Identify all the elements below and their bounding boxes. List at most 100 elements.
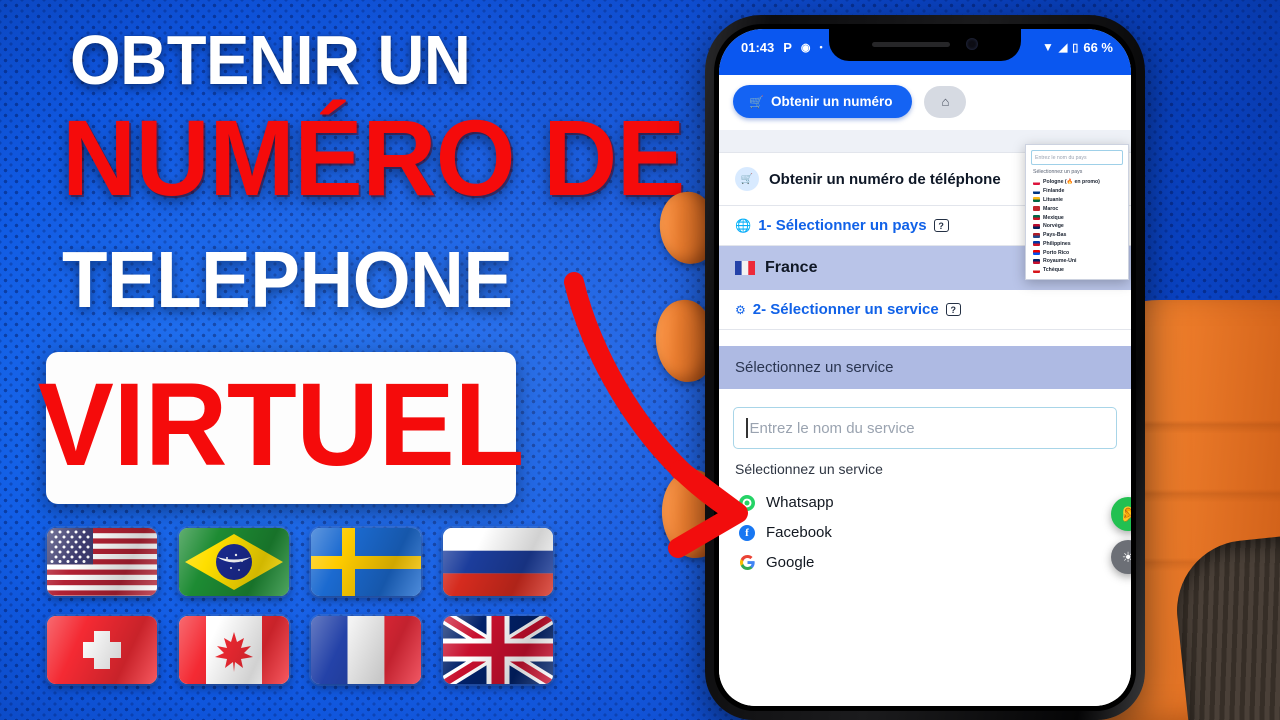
step-1-label: 1- Sélectionner un pays	[758, 217, 927, 234]
service-name: Google	[766, 554, 815, 571]
service-section-header: Sélectionnez un service	[719, 346, 1131, 389]
list-item[interactable]: Whatsapp	[735, 488, 1115, 518]
title-panel: OBTENIR UN NUMÉRO DE TELEPHONE VIRTUEL	[0, 0, 685, 720]
country-dropdown-panel[interactable]: Entrez le nom du pays Sélectionnez un pa…	[1025, 144, 1129, 280]
country-flag-icon	[1033, 206, 1040, 212]
step-2-select-service[interactable]: ⚙ 2- Sélectionner un service ?	[719, 290, 1131, 329]
text-caret	[746, 418, 748, 438]
france-flag-icon	[735, 261, 755, 275]
status-time: 01:43	[741, 39, 775, 55]
status-bar-right: ▼ ◢ ▯ 66 %	[1042, 40, 1113, 55]
settings-button[interactable]: ☀	[1111, 540, 1131, 574]
country-dropdown-item[interactable]: Finlande	[1031, 187, 1123, 196]
home-button[interactable]: ⌂	[924, 85, 967, 118]
wifi-icon: ▼	[1041, 40, 1054, 54]
country-label: Pays-Bas	[1043, 232, 1067, 239]
title-line-4: VIRTUEL	[37, 359, 525, 491]
get-number-button[interactable]: 🛒 Obtenir un numéro	[733, 85, 913, 118]
phone-bezel: 01:43 P ◉ • ▼ ◢ ▯ 66 % 🛒 Obtenir un numé…	[714, 24, 1136, 711]
country-dropdown-item[interactable]: Porto Rico	[1031, 248, 1123, 257]
smartphone-device: 01:43 P ◉ • ▼ ◢ ▯ 66 % 🛒 Obtenir un numé…	[705, 15, 1145, 720]
phone-screen: 01:43 P ◉ • ▼ ◢ ▯ 66 % 🛒 Obtenir un numé…	[719, 29, 1131, 706]
flag-grid	[40, 522, 580, 690]
service-search-placeholder: Entrez le nom du service	[749, 419, 915, 437]
country-flag-icon	[1033, 232, 1040, 238]
cart-icon: 🛒	[749, 94, 764, 109]
service-name: Facebook	[766, 524, 832, 541]
globe-icon: 🌐	[735, 217, 752, 233]
country-search-input[interactable]: Entrez le nom du pays	[1031, 150, 1123, 165]
status-bar-left: 01:43 P ◉ •	[741, 40, 823, 55]
country-label: Maroc	[1043, 205, 1059, 212]
country-dropdown-item[interactable]: Pays-Bas	[1031, 231, 1123, 240]
help-icon[interactable]: ?	[945, 303, 961, 316]
country-flag-icon	[1033, 258, 1040, 264]
earpiece-speaker	[872, 41, 950, 47]
hand-holding-phone: 01:43 P ◉ • ▼ ◢ ▯ 66 % 🛒 Obtenir un numé…	[620, 0, 1280, 720]
list-item[interactable]: f Facebook	[735, 518, 1115, 548]
status-bar: 01:43 P ◉ • ▼ ◢ ▯ 66 %	[719, 29, 1131, 65]
record-icon: ◉	[800, 41, 811, 54]
country-flag-icon	[1033, 188, 1040, 194]
signal-icon: ◢	[1058, 41, 1068, 54]
flag-sweden	[304, 522, 428, 602]
country-label: Royaume-Uni	[1043, 258, 1077, 265]
country-flag-icon	[1033, 241, 1040, 247]
country-label: Lituanie	[1043, 196, 1063, 203]
floating-action-buttons: 👂 ☀	[1111, 497, 1131, 583]
country-flag-icon	[1033, 179, 1040, 185]
country-dropdown-label: Sélectionnez un pays	[1033, 169, 1083, 175]
title-line-2: NUMÉRO DE	[62, 97, 685, 218]
notch	[829, 29, 1021, 61]
brightness-icon: ☀	[1121, 548, 1131, 565]
flag-france	[304, 610, 428, 690]
country-dropdown-item[interactable]: Tchèque	[1031, 266, 1123, 275]
country-dropdown-item[interactable]: Philippines	[1031, 239, 1123, 248]
cart-icon: 🛒	[735, 167, 759, 191]
list-item[interactable]: Google	[735, 548, 1115, 578]
country-dropdown-item[interactable]: Pologne (🔥 en promo)	[1031, 178, 1123, 187]
title-line-3: TELEPHONE	[62, 235, 513, 324]
service-input-container: Entrez le nom du service	[719, 397, 1131, 457]
selected-country-label: France	[765, 259, 818, 276]
battery-icon: ▯	[1072, 41, 1079, 54]
home-icon: ⌂	[941, 94, 950, 109]
country-label: Philippines	[1043, 240, 1071, 247]
service-search-input[interactable]: Entrez le nom du service	[733, 407, 1117, 449]
country-dropdown-item[interactable]: Maroc	[1031, 204, 1123, 213]
flag-brazil	[172, 522, 296, 602]
status-bar-extension	[719, 65, 1131, 75]
dot-icon: •	[819, 42, 823, 52]
country-label: Norvège	[1043, 223, 1064, 230]
service-icon: ⚙	[735, 302, 746, 317]
country-dropdown-item[interactable]: Lituanie	[1031, 196, 1123, 205]
flag-russia	[436, 522, 560, 602]
help-icon[interactable]: ?	[933, 219, 949, 232]
country-dropdown-item[interactable]: Royaume-Uni	[1031, 257, 1123, 266]
country-search-placeholder: Entrez le nom du pays	[1035, 154, 1087, 161]
flag-canada	[172, 610, 296, 690]
spacer	[719, 330, 1131, 346]
country-flag-icon	[1033, 223, 1040, 229]
service-list: Sélectionnez un service Whatsapp f Faceb…	[719, 457, 1131, 706]
facebook-icon: f	[739, 524, 755, 541]
accessibility-button[interactable]: 👂	[1111, 497, 1131, 531]
service-list-label: Sélectionnez un service	[735, 461, 883, 477]
country-flag-icon	[1033, 215, 1040, 221]
service-name: Whatsapp	[766, 494, 834, 511]
country-dropdown-item[interactable]: Norvège	[1031, 222, 1123, 231]
country-dropdown-item[interactable]: Mexique	[1031, 213, 1123, 222]
country-label: Mexique	[1043, 214, 1064, 221]
ear-icon: 👂	[1118, 506, 1131, 523]
step-2-label: 2- Sélectionner un service	[752, 301, 939, 318]
front-camera	[966, 38, 978, 50]
country-flag-icon	[1033, 250, 1040, 256]
country-dropdown-items: Pologne (🔥 en promo) Finlande Lituanie Maro…	[1031, 178, 1123, 275]
country-label: Porto Rico	[1043, 249, 1070, 256]
app-toolbar: 🛒 Obtenir un numéro ⌂	[719, 75, 1131, 130]
spacer	[719, 389, 1131, 397]
flag-united-kingdom	[436, 610, 560, 690]
title-line-1: OBTENIR UN	[70, 21, 471, 99]
flag-united-states	[40, 522, 164, 602]
flag-switzerland	[40, 610, 164, 690]
